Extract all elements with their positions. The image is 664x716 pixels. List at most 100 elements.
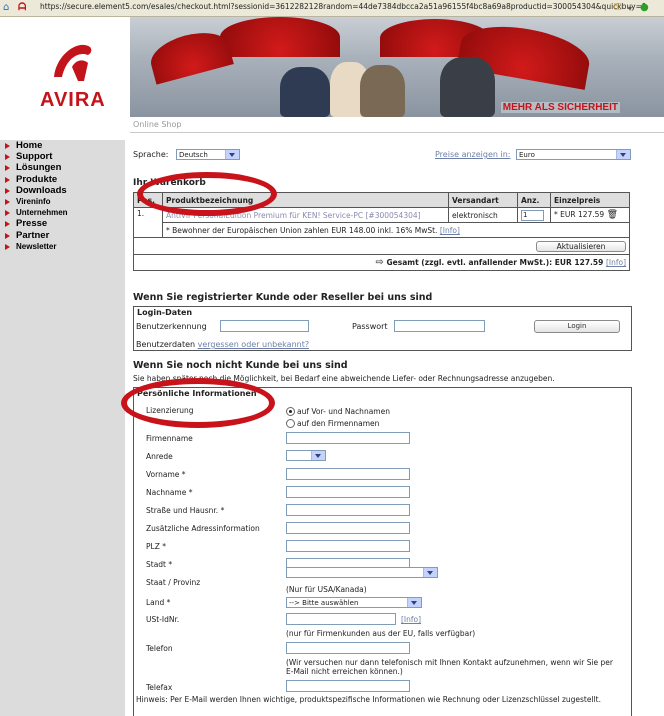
update-button[interactable]: Aktualisieren	[536, 240, 626, 252]
nav-item-vireninfo[interactable]: Vireninfo	[0, 196, 125, 207]
telefax-input[interactable]	[286, 680, 410, 692]
chevron-down-icon[interactable]: ▾	[628, 4, 632, 13]
password-label: Passwort	[352, 322, 388, 331]
url-text[interactable]: https://secure.element5.com/esales/check…	[40, 2, 647, 11]
nav-item-unternehmen[interactable]: Unternehmen	[0, 207, 125, 218]
land-select[interactable]: --> Bitte auswählen	[286, 597, 422, 608]
anrede-select[interactable]	[286, 450, 326, 461]
staat-select[interactable]	[286, 567, 438, 578]
nav-item-partner[interactable]: Partner	[0, 230, 125, 241]
price-value: * EUR 127.59	[554, 210, 605, 219]
lic-opt2-label: auf den Firmennamen	[297, 419, 380, 428]
username-label: Benutzerkennung	[136, 322, 207, 331]
nachname-input[interactable]	[286, 486, 410, 498]
plz-label: PLZ *	[146, 542, 166, 551]
email-hint: Hinweis: Per E-Mail werden Ihnen wichtig…	[136, 695, 601, 704]
zusatz-input[interactable]	[286, 522, 410, 534]
nav-item-home[interactable]: Home	[0, 140, 125, 151]
land-label: Land *	[146, 598, 171, 607]
staat-note: (Nur für USA/Kanada)	[286, 585, 367, 594]
cell-pos: 1.	[133, 207, 163, 238]
firma-label: Firmenname	[146, 434, 193, 443]
vorname-input[interactable]	[286, 468, 410, 480]
price-label[interactable]: Preise anzeigen in:	[435, 150, 511, 159]
telefax-label: Telefax	[146, 683, 173, 692]
currency-value: Euro	[519, 151, 535, 159]
lic-radio-name[interactable]	[286, 407, 295, 416]
nav-item-loesungen[interactable]: Lösungen	[0, 162, 125, 173]
shop-label: Online Shop	[133, 120, 182, 129]
chevron-down-icon	[225, 150, 239, 159]
plz-input[interactable]	[286, 540, 410, 552]
total-info-link[interactable]: [Info]	[606, 258, 626, 267]
ust-label: USt-IdNr.	[146, 615, 180, 624]
nav-item-produkte[interactable]: Produkte	[0, 174, 125, 185]
logo-area: AVIRA	[0, 17, 130, 117]
login-heading: Wenn Sie registrierter Kunde oder Resell…	[133, 292, 433, 303]
ust-input[interactable]	[286, 613, 396, 625]
login-button[interactable]: Login	[534, 320, 620, 333]
strasse-input[interactable]	[286, 504, 410, 516]
total-text: Gesamt (zzgl. evtl. anfallender MwSt.): …	[386, 258, 604, 267]
sidebar-nav: Home Support Lösungen Produkte Downloads…	[0, 140, 125, 716]
logo-text: AVIRA	[40, 89, 106, 111]
chevron-down-icon	[423, 568, 437, 577]
lock-icon: ⚿	[614, 2, 622, 13]
nav-item-downloads[interactable]: Downloads	[0, 185, 125, 196]
land-value: --> Bitte auswählen	[289, 599, 359, 607]
strasse-label: Straße und Hausnr. *	[146, 506, 225, 515]
forgot-prefix: Benutzerdaten	[136, 340, 196, 349]
col-shipping: Versandart	[448, 192, 518, 208]
cell-total: ⇨ Gesamt (zzgl. evtl. anfallender MwSt.)…	[133, 254, 630, 271]
chevron-down-icon	[616, 150, 630, 159]
ust-info-link[interactable]: [Info]	[401, 615, 421, 624]
avira-favicon-icon: ᗩ	[18, 2, 27, 13]
nav-item-newsletter[interactable]: Newsletter	[0, 241, 125, 252]
lic-radio-company[interactable]	[286, 419, 295, 428]
cell-price: * EUR 127.59 🗑	[550, 207, 630, 223]
nav-item-support[interactable]: Support	[0, 151, 125, 162]
anrede-label: Anrede	[146, 452, 173, 461]
table-row: * Bewohner der Europäischen Union zahlen…	[134, 222, 630, 238]
chevron-down-icon	[407, 598, 421, 607]
browser-address-bar[interactable]: ⌂ ᗩ https://secure.element5.com/esales/c…	[0, 0, 664, 17]
language-value: Deutsch	[179, 151, 208, 159]
qty-input[interactable]: 1	[521, 209, 544, 221]
telefon-input[interactable]	[286, 642, 410, 654]
telefon-label: Telefon	[146, 644, 173, 653]
currency-select[interactable]: Euro	[516, 149, 631, 160]
language-label: Sprache:	[133, 150, 169, 159]
telefon-note: (Wir versuchen nur dann telefonisch mit …	[286, 658, 614, 676]
username-input[interactable]	[220, 320, 309, 332]
cell-vat-note: * Bewohner der Europäischen Union zahlen…	[162, 222, 630, 238]
login-section-title: Login-Daten	[134, 307, 631, 319]
avira-logo-icon	[54, 44, 92, 81]
cell-update: Aktualisieren	[133, 237, 630, 255]
firma-input[interactable]	[286, 432, 410, 444]
cell-qty[interactable]: 1	[517, 207, 551, 223]
language-select[interactable]: Deutsch	[176, 149, 240, 160]
vat-note: * Bewohner der Europäischen Union zahlen…	[166, 225, 438, 235]
trash-icon[interactable]: 🗑	[607, 210, 618, 220]
vat-info-link[interactable]: [Info]	[440, 226, 460, 235]
arrow-right-icon: ⇨	[375, 257, 384, 268]
col-qty: Anz.	[517, 192, 551, 208]
cell-shipping: elektronisch	[448, 207, 518, 223]
stadt-label: Stadt *	[146, 560, 173, 569]
tagline: MEHR ALS SICHERHEIT	[500, 102, 620, 113]
nav-item-presse[interactable]: Presse	[0, 218, 125, 229]
staat-label: Staat / Provinz	[146, 578, 201, 587]
go-icon[interactable]: ●	[640, 2, 649, 13]
home-icon[interactable]: ⌂	[3, 2, 9, 13]
header-divider	[130, 132, 664, 133]
col-price: Einzelpreis	[550, 192, 630, 208]
new-customer-heading: Wenn Sie noch nicht Kunde bei uns sind	[133, 360, 348, 371]
vorname-label: Vorname *	[146, 470, 186, 479]
password-input[interactable]	[394, 320, 485, 332]
nachname-label: Nachname *	[146, 488, 193, 497]
forgot-link[interactable]: vergessen oder unbekannt?	[198, 340, 309, 349]
zusatz-label: Zusätzliche Adressinformation	[146, 524, 260, 533]
table-row: ⇨ Gesamt (zzgl. evtl. anfallender MwSt.)…	[133, 254, 630, 271]
chevron-down-icon	[311, 451, 325, 460]
ust-note: (nur für Firmenkunden aus der EU, falls …	[286, 629, 476, 638]
